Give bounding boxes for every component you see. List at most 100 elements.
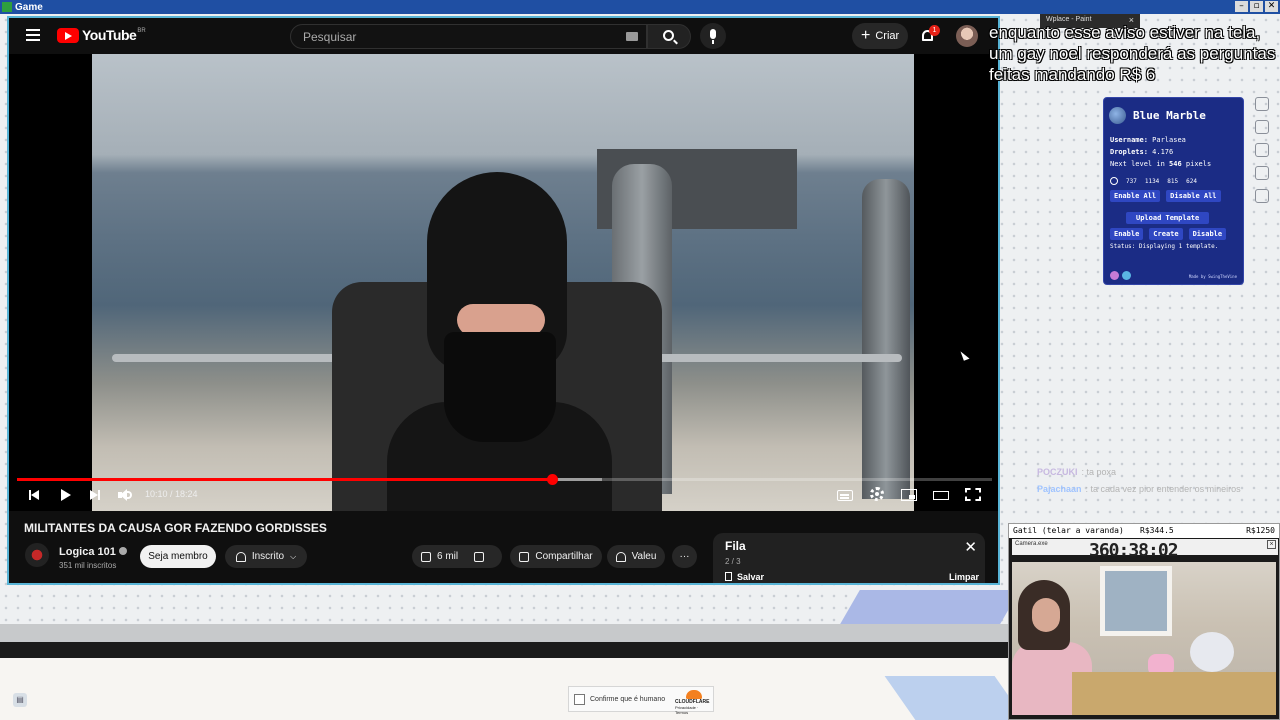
subscriber-count: 351 mil inscritos [59,561,117,570]
share-icon [519,551,530,562]
previous-icon[interactable] [27,487,43,503]
settings-gear-icon[interactable] [870,487,884,501]
create-button[interactable]: + Criar [852,23,908,49]
join-button[interactable]: Seja membro [140,545,216,568]
canvas-dark-band [0,642,1010,658]
volume-icon[interactable] [117,487,133,503]
cloud-icon [686,690,702,699]
cart-icon[interactable] [1255,120,1269,134]
page-bottom-area [0,658,1010,720]
youtube-region: BR [137,27,146,34]
droplets-label: Droplets: [1110,148,1148,156]
queue-save-button[interactable]: Salvar [725,572,764,582]
template-status: Status: Displaying 1 template. [1110,243,1219,250]
disable-button[interactable]: Disable [1188,228,1227,240]
camera-window-title: Camera.exe [1015,541,1048,547]
captcha-links[interactable]: Privacidade · Termos [675,705,707,715]
chat-text: : ta poxa [1081,467,1117,477]
youtube-play-icon [57,27,79,43]
more-actions-button[interactable]: ··· [672,545,697,568]
video-title: MILITANTES DA CAUSA GOR FAZENDO GORDISSE… [24,521,327,535]
stream-alert-text: enquanto esse aviso estiver na tela, um … [989,23,1276,84]
goal-amount: R$344.5 [1140,526,1174,535]
account-avatar[interactable] [956,25,978,47]
channel-avatar[interactable] [25,543,49,567]
queue-save-label: Salvar [737,572,765,582]
create-label: Criar [875,30,900,42]
settings-icon[interactable] [1122,271,1131,280]
queue-title: Fila [725,539,746,553]
window-title: Game [15,1,43,13]
coord-pixel-x[interactable]: 815 [1167,178,1178,185]
user-icon[interactable] [1255,97,1269,111]
coord-pixel-y[interactable]: 624 [1186,178,1197,185]
like-count[interactable]: 6 mil [437,551,458,562]
progress-bar[interactable] [17,474,992,485]
enable-button[interactable]: Enable [1110,228,1144,240]
create-button[interactable]: Create [1149,228,1183,240]
notifications-button[interactable]: 1 [920,25,940,45]
play-icon[interactable] [57,487,73,503]
disable-all-button[interactable]: Disable All [1166,190,1221,202]
keyboard-icon[interactable] [626,32,638,41]
next-level-prefix: Next level in [1110,160,1165,168]
minimize-button[interactable]: – [1235,1,1248,12]
coord-tile-y[interactable]: 1134 [1145,178,1159,185]
maximize-button[interactable]: ▫ [1250,1,1263,12]
share-button[interactable]: Compartilhar [510,545,602,568]
queue-clear-button[interactable]: Limpar [949,572,979,582]
close-icon[interactable]: ✕ [964,538,977,556]
verified-icon [118,547,127,555]
captcha-checkbox[interactable] [574,693,585,705]
close-button[interactable]: ✕ [1265,1,1278,12]
video-player[interactable]: 10:10 / 18:24 [9,54,998,511]
zoom-icon[interactable] [1255,143,1269,157]
channel-name-row[interactable]: Logica 101 [59,546,127,558]
coord-tile-x[interactable]: 737 [1126,178,1137,185]
pin-icon[interactable] [1110,177,1118,185]
video-frame[interactable] [92,54,914,511]
subtitles-icon[interactable] [837,490,853,501]
coordinate-inputs: 737 1134 815 624 [1110,177,1197,185]
footer-icons [1110,271,1131,280]
search-icon[interactable] [1255,166,1269,180]
voice-search-icon[interactable] [700,23,726,49]
search-button[interactable] [647,24,691,49]
stats-icon[interactable] [1255,189,1269,203]
upload-template-button[interactable]: Upload Template [1126,212,1210,224]
video-post [862,179,910,499]
search-placeholder: Pesquisar [303,30,357,44]
donation-goal-bar: Gatil (telar a varanda) R$344.5 R$1250 [1009,524,1279,538]
game-titlebar: Game – ▫ ✕ [0,0,1280,14]
queue-panel: Fila 2 / 3 ✕ Salvar Limpar [713,533,985,583]
notification-badge: 1 [929,25,940,36]
chat-username: POCZUKI [1037,467,1078,477]
goal-label: Gatil (telar a varanda) [1013,526,1124,535]
emoji-icon[interactable] [1110,271,1119,280]
plus-icon: + [861,27,871,44]
chat-text: : ta cada vez pior entender os mineiros [1085,484,1241,494]
video-info: MILITANTES DA CAUSA GOR FAZENDO GORDISSE… [9,511,998,583]
menu-icon[interactable] [26,29,40,41]
search-input[interactable]: Pesquisar [290,24,647,49]
thumbs-up-icon[interactable] [421,551,431,562]
theater-mode-icon[interactable] [933,491,949,500]
search-icon [663,30,674,41]
heart-dollar-icon [615,551,626,562]
share-label: Compartilhar [535,551,593,562]
fullscreen-icon[interactable] [965,488,981,501]
miniplayer-icon[interactable] [901,489,917,501]
enable-all-button[interactable]: Enable All [1110,190,1161,202]
bookmark-icon [725,572,732,581]
close-icon[interactable]: × [1267,540,1276,549]
taskbar-icon[interactable]: ▤ [13,693,27,707]
next-icon[interactable] [87,487,103,503]
globe-icon [1109,107,1126,124]
subscribed-button[interactable]: Inscrito ⌵ [225,545,307,568]
youtube-logo[interactable]: YouTube BR [57,27,146,43]
thumbs-down-icon[interactable] [474,551,485,562]
like-dislike-group: 6 mil [412,545,502,568]
channel-name[interactable]: Logica 101 [59,546,116,558]
more-icon: ··· [679,551,690,562]
thanks-button[interactable]: Valeu [607,545,665,568]
